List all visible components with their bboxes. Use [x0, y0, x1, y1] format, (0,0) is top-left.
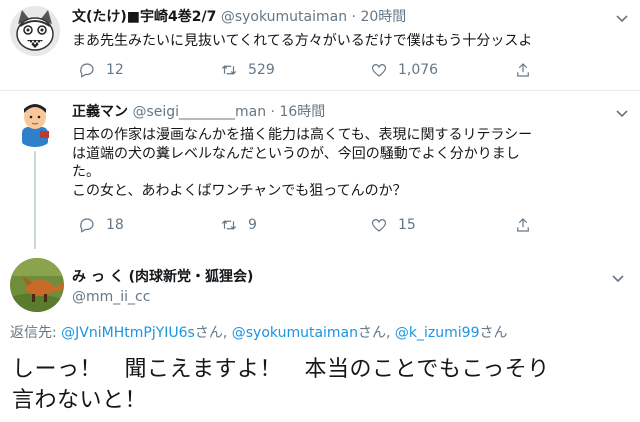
like-icon — [371, 64, 387, 77]
tweet-text: まあ先生みたいに見抜いてくれてる方々がいるだけで僕はもう十分ッスよ — [72, 33, 533, 49]
share-button[interactable] — [514, 215, 542, 235]
reply-to-user-link[interactable]: @k_izumi99 — [395, 325, 480, 341]
like-count: 15 — [398, 217, 416, 233]
share-icon — [517, 218, 529, 232]
retweet-button[interactable]: 529 — [220, 60, 275, 80]
like-icon — [371, 219, 387, 232]
reply-to-user-link[interactable]: @JVniMHtmPjYIU6s — [61, 325, 195, 341]
avatar[interactable] — [10, 97, 60, 147]
cat-avatar-image — [10, 6, 60, 56]
separator-dot: · — [351, 9, 356, 25]
avatar[interactable] — [10, 6, 60, 56]
main-tweet-text-line: しーっ！ 聞こえますよ！ 本当のことでもこっそり — [12, 357, 550, 382]
handle[interactable]: @syokumutaiman — [221, 9, 347, 25]
reply-to-separator: さん, — [194, 325, 232, 341]
share-icon — [517, 63, 529, 77]
display-name[interactable]: み っ く (肉球新党・狐狸会) — [72, 268, 253, 286]
reply-to-label: 返信先: — [10, 325, 62, 341]
timestamp[interactable]: 16時間 — [279, 104, 325, 120]
retweet-count: 529 — [248, 62, 275, 78]
reply-to-user-link[interactable]: @syokumutaiman — [232, 325, 358, 341]
separator-dot: · — [270, 104, 276, 120]
thread-connector — [34, 151, 36, 249]
display-name[interactable]: 正義マン — [72, 104, 128, 120]
like-count: 1,076 — [398, 62, 439, 78]
chevron-down-icon[interactable] — [614, 10, 630, 26]
tweet-text-line: 日本の作家は漫画なんかを描く能力は高くても、表現に関するリテラシー — [72, 127, 533, 143]
tweet-actions: 18 9 15 — [72, 215, 632, 235]
reply-count: 12 — [106, 62, 124, 78]
reply-to-separator: さん, — [358, 325, 395, 341]
tweet-text-line: この女と、あわよくばワンチャンでも狙ってんのか？ — [72, 182, 407, 199]
tweet-header: 文(たけ)■宇崎4巻2/7 @syokumutaiman · 20時間 — [72, 8, 406, 26]
tweet-2[interactable]: 正義マン @seigi________man · 16時間 日本の作家は漫画なん… — [0, 91, 640, 249]
reply-to-line: 返信先: @JVniMHtmPjYIU6sさん, @syokumutaimanさ… — [10, 322, 507, 342]
like-button[interactable]: 1,076 — [370, 60, 438, 80]
retweet-button[interactable]: 9 — [220, 215, 257, 235]
tweet-text-line: は道端の犬の糞レベルなんだというのが、今回の騒動でよく分かりまし — [72, 145, 520, 162]
reply-to-separator: さん — [479, 325, 508, 341]
timestamp[interactable]: 20時間 — [360, 9, 406, 25]
retweet-icon — [221, 65, 237, 75]
display-name[interactable]: 文(たけ)■宇崎4巻2/7 — [72, 9, 216, 25]
reply-icon — [80, 218, 94, 233]
tweet-text: 日本の作家は漫画なんかを描く能力は高くても、表現に関するリテラシー は道端の犬の… — [72, 126, 632, 200]
main-tweet-text: しーっ！ 聞こえますよ！ 本当のことでもこっそり 言わないと！ — [12, 354, 612, 416]
tweet-actions: 12 529 1,076 — [72, 60, 632, 80]
avatar[interactable] — [10, 258, 64, 312]
tweet-header: 正義マン @seigi________man · 16時間 — [72, 103, 325, 121]
reply-count: 18 — [106, 217, 124, 233]
reply-button[interactable]: 18 — [78, 215, 124, 235]
chevron-down-icon[interactable] — [610, 270, 626, 286]
chevron-down-icon[interactable] — [614, 105, 630, 121]
main-tweet-text-line: 言わないと！ — [12, 388, 148, 413]
reply-button[interactable]: 12 — [78, 60, 124, 80]
handle[interactable]: @mm_ii_cc — [72, 289, 150, 305]
like-button[interactable]: 15 — [370, 215, 416, 235]
reply-icon — [80, 63, 94, 78]
retweet-count: 9 — [248, 217, 257, 233]
person-avatar-image — [10, 97, 60, 147]
tweet-1[interactable]: 文(たけ)■宇崎4巻2/7 @syokumutaiman · 20時間 まあ先生… — [0, 0, 640, 92]
retweet-icon — [221, 220, 237, 230]
fox-avatar-image — [10, 258, 64, 312]
handle[interactable]: @seigi________man — [132, 104, 266, 120]
tweet-text-line: た。 — [72, 164, 100, 180]
share-button[interactable] — [514, 60, 542, 80]
